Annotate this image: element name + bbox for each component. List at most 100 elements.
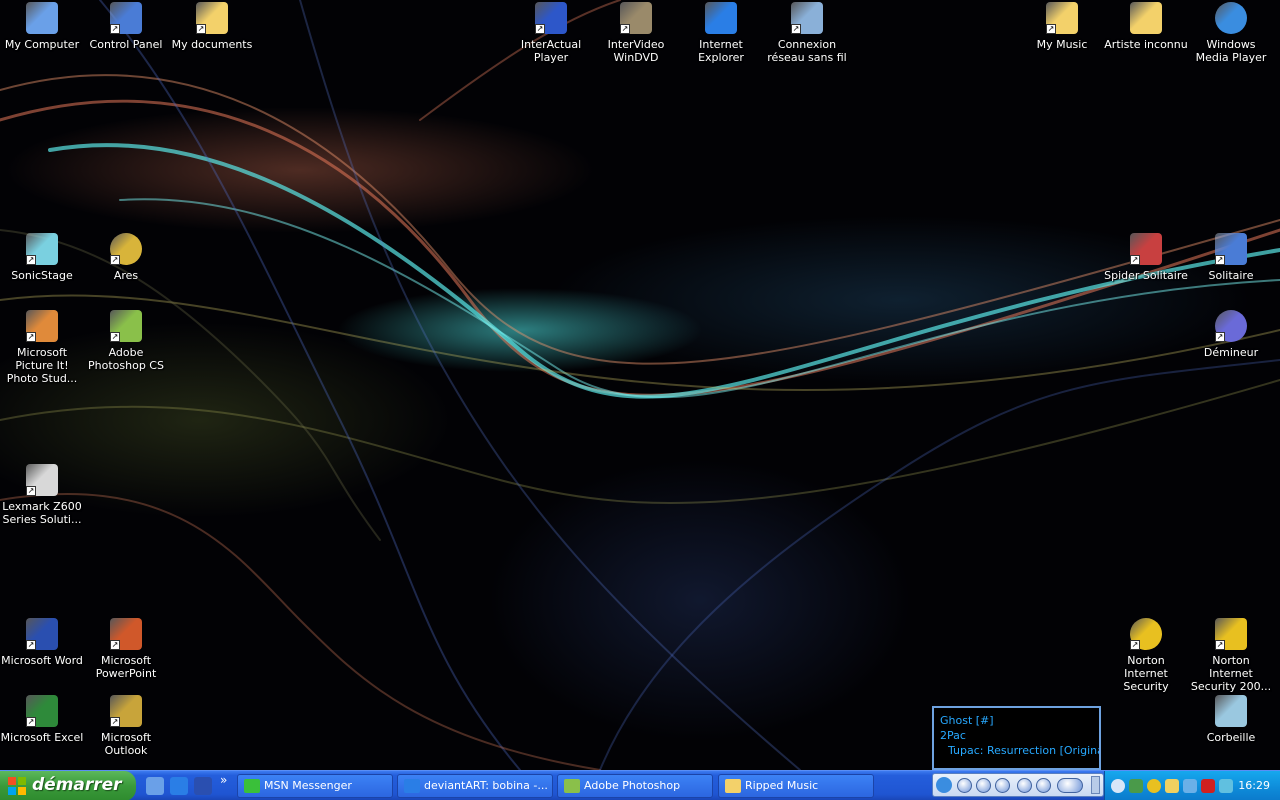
wireless-network-icon: ↗	[791, 2, 823, 34]
volume-tray-icon[interactable]	[1219, 779, 1233, 793]
desktop-icon-artiste-inconnu[interactable]: Artiste inconnu	[1104, 2, 1188, 51]
desktop-icon-ms-word[interactable]: ↗ Microsoft Word	[0, 618, 84, 667]
desktop-icon-internet-explorer[interactable]: Internet Explorer	[679, 2, 763, 64]
icon-label: Lexmark Z600 Series Soluti...	[2, 500, 82, 526]
volume-icon[interactable]	[1057, 778, 1083, 793]
powerpoint-icon: ↗	[110, 618, 142, 650]
media-player-toolbar	[932, 773, 1104, 797]
icon-label: Windows Media Player	[1195, 38, 1267, 64]
task-label: Ripped Music	[745, 779, 819, 792]
icon-label: Norton Internet Security 200...	[1190, 654, 1272, 693]
media-player-icon[interactable]	[936, 777, 952, 793]
icon-label: Microsoft Picture It! Photo Stud...	[6, 346, 78, 385]
desktop-icon-my-computer[interactable]: My Computer	[0, 2, 84, 51]
start-label: démarrer	[32, 775, 122, 795]
stop-icon[interactable]	[995, 778, 1010, 793]
desktop-icon-norton-internet-security-200[interactable]: ↗ Norton Internet Security 200...	[1189, 618, 1273, 693]
ares-icon: ↗	[110, 233, 142, 265]
desktop-icon-ares[interactable]: ↗ Ares	[84, 233, 168, 282]
desktop-icon-lexmark[interactable]: ↗ Lexmark Z600 Series Soluti...	[0, 464, 84, 526]
desktop-icon-solitaire[interactable]: ↗ Solitaire	[1189, 233, 1273, 282]
folder-icon	[725, 779, 741, 793]
desktop-icon-corbeille[interactable]: Corbeille	[1189, 695, 1273, 744]
windows-flag-icon	[8, 777, 26, 795]
photoshop-icon: ↗	[110, 310, 142, 342]
now-playing-album: Tupac: Resurrection [Original S	[948, 744, 1101, 757]
desktop-icon-interactual-player[interactable]: ↗ InterActual Player	[509, 2, 593, 64]
wireless-tray-icon[interactable]	[1183, 779, 1197, 793]
now-playing-track: Ghost [#]	[940, 714, 994, 727]
solitaire-icon: ↗	[1215, 233, 1247, 265]
task-ripped-music[interactable]: Ripped Music	[718, 774, 874, 798]
icon-label: Microsoft Word	[1, 654, 83, 667]
network-tray-icon[interactable]	[1165, 779, 1179, 793]
ie-icon	[404, 779, 420, 793]
show-desktop-icon[interactable]	[146, 777, 164, 795]
clock[interactable]: 16:29	[1238, 779, 1270, 792]
norton-key-icon: ↗	[1215, 618, 1247, 650]
task-msn-messenger[interactable]: MSN Messenger	[237, 774, 393, 798]
control-panel-icon: ↗	[110, 2, 142, 34]
icon-label: Microsoft PowerPoint	[95, 654, 157, 680]
icon-label: My Music	[1036, 38, 1088, 51]
sonicstage-icon: ↗	[26, 233, 58, 265]
ie-icon[interactable]	[170, 777, 188, 795]
norton-icon: ↗	[1130, 618, 1162, 650]
icon-label: Microsoft Excel	[0, 731, 84, 744]
outlook-icon: ↗	[110, 695, 142, 727]
icon-label: Corbeille	[1206, 731, 1256, 744]
task-label: Adobe Photoshop	[584, 779, 681, 792]
start-button[interactable]: démarrer	[0, 771, 136, 800]
media-player-icon	[1215, 2, 1247, 34]
recycle-bin-icon	[1215, 695, 1247, 727]
desktop-icon-ms-outlook[interactable]: ↗ Microsoft Outlook	[84, 695, 168, 757]
desktop-icon-my-music[interactable]: ↗ My Music	[1020, 2, 1104, 51]
now-playing-panel[interactable]: Ghost [#] 2Pac Tupac: Resurrection [Orig…	[932, 706, 1101, 770]
now-playing-artist: 2Pac	[940, 729, 966, 742]
play-icon[interactable]	[976, 778, 991, 793]
ie-icon	[705, 2, 737, 34]
desktop-icon-my-documents[interactable]: ↗ My documents	[170, 2, 254, 51]
task-adobe-photoshop[interactable]: Adobe Photoshop	[557, 774, 713, 798]
desktop-icon-ms-powerpoint[interactable]: ↗ Microsoft PowerPoint	[84, 618, 168, 680]
interactual-icon: ↗	[535, 2, 567, 34]
photoshop-icon	[564, 779, 580, 793]
icon-label: InterVideo WinDVD	[607, 38, 665, 64]
desktop-icon-connexion-reseau[interactable]: ↗ Connexion réseau sans fil	[765, 2, 849, 64]
previous-icon[interactable]	[1017, 778, 1032, 793]
system-tray: 16:29	[1104, 771, 1280, 800]
ati-tray-icon[interactable]	[1201, 779, 1215, 793]
desktop-icon-windows-media-player[interactable]: Windows Media Player	[1189, 2, 1273, 64]
msn-tray-icon[interactable]	[1129, 779, 1143, 793]
desktop-icon-ms-picture-it[interactable]: ↗ Microsoft Picture It! Photo Stud...	[0, 310, 84, 385]
expand-toggle[interactable]	[1091, 776, 1100, 794]
desktop-icon-demineur[interactable]: ↗ Démineur	[1189, 310, 1273, 359]
music-folder-icon: ↗	[1046, 2, 1078, 34]
pause-icon[interactable]	[957, 778, 972, 793]
desktop-icon-spider-solitaire[interactable]: ↗ Spider Solitaire	[1104, 233, 1188, 282]
desktop-icon-adobe-photoshop-cs[interactable]: ↗ Adobe Photoshop CS	[84, 310, 168, 372]
spider-solitaire-icon: ↗	[1130, 233, 1162, 265]
next-icon[interactable]	[1036, 778, 1051, 793]
computer-icon	[26, 2, 58, 34]
icon-label: Ares	[113, 269, 139, 282]
icon-label: Spider Solitaire	[1104, 269, 1188, 282]
icon-label: Solitaire	[1208, 269, 1254, 282]
icon-label: Artiste inconnu	[1104, 38, 1188, 51]
task-deviantart[interactable]: deviantART: bobina -...	[397, 774, 553, 798]
icon-label: Control Panel	[89, 38, 163, 51]
task-label: MSN Messenger	[264, 779, 352, 792]
minesweeper-icon: ↗	[1215, 310, 1247, 342]
desktop-icon-norton-internet-security[interactable]: ↗ Norton Internet Security	[1104, 618, 1188, 693]
desktop-icon-intervideo-windvd[interactable]: ↗ InterVideo WinDVD	[594, 2, 678, 64]
desktop-icon-ms-excel[interactable]: ↗ Microsoft Excel	[0, 695, 84, 744]
desktop-icon-control-panel[interactable]: ↗ Control Panel	[84, 2, 168, 51]
norton-tray-icon[interactable]	[1147, 779, 1161, 793]
word-icon[interactable]	[194, 777, 212, 795]
printer-icon: ↗	[26, 464, 58, 496]
desktop-icon-sonicstage[interactable]: ↗ SonicStage	[0, 233, 84, 282]
desktop-wallpaper	[0, 0, 1280, 770]
icon-label: Démineur	[1203, 346, 1259, 359]
quick-launch-overflow[interactable]: »	[220, 773, 227, 787]
chevron-left-icon[interactable]	[1111, 779, 1125, 793]
